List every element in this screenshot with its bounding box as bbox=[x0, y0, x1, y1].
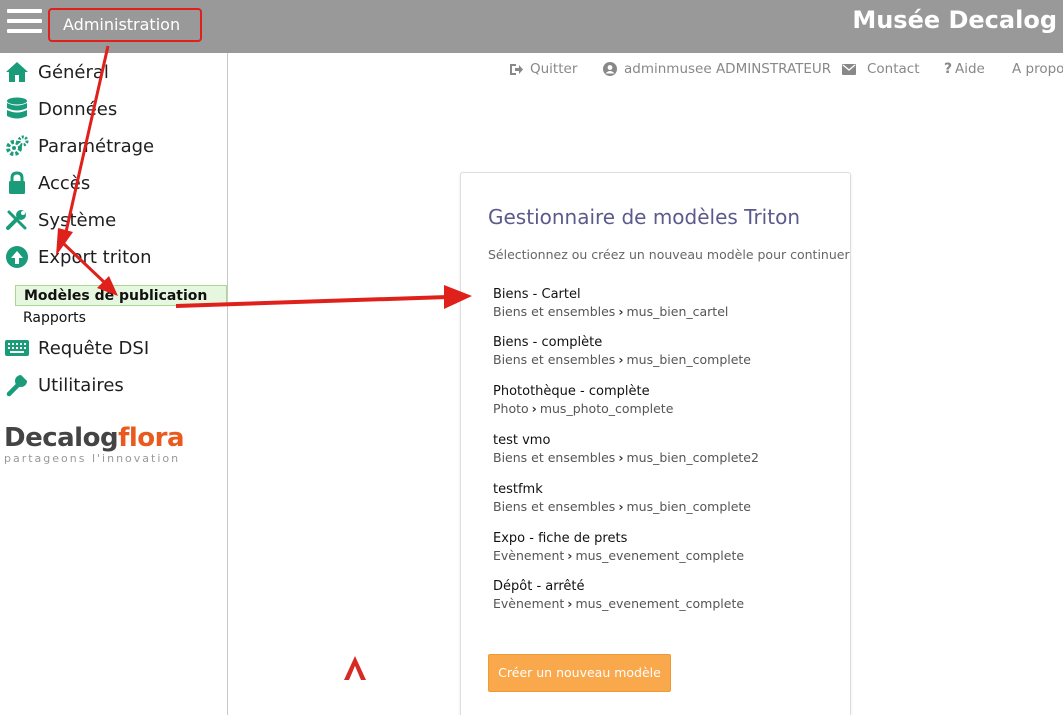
sidebar-item-label: Général bbox=[38, 61, 109, 83]
model-item[interactable]: Dépôt - arrêté Evènement › mus_evenement_c… bbox=[493, 579, 833, 619]
sidebar-item-acces[interactable]: Accès bbox=[0, 168, 227, 198]
model-table: mus_bien_complete bbox=[626, 499, 752, 514]
help-link[interactable]: ? Aide bbox=[943, 61, 985, 77]
about-link[interactable]: A propo bbox=[1012, 61, 1063, 77]
model-item[interactable]: test vmo Biens et ensembles › mus_bien_com… bbox=[493, 433, 833, 473]
chevron-right-icon: › bbox=[618, 304, 624, 319]
quit-link-label: Quitter bbox=[530, 61, 578, 77]
triton-model-manager-card: Gestionnaire de modèles Triton Sélection… bbox=[460, 172, 851, 715]
model-name: Expo - fiche de prets bbox=[493, 531, 628, 546]
model-path: Evènement › mus_evenement_complete bbox=[493, 548, 833, 563]
lock-icon bbox=[4, 170, 30, 196]
envelope-icon bbox=[841, 61, 857, 77]
model-category: Evènement bbox=[493, 596, 565, 611]
decalog-flora-logo: Decalogflora partageons l'innovation bbox=[4, 423, 204, 473]
hamburger-menu-icon[interactable] bbox=[7, 9, 42, 35]
wrench-icon bbox=[4, 372, 30, 398]
user-icon bbox=[602, 61, 618, 77]
keyboard-icon bbox=[4, 335, 30, 361]
contact-link-label: Contact bbox=[867, 61, 920, 77]
model-item[interactable]: Biens - Cartel Biens et ensembles › mus_bi… bbox=[493, 287, 833, 327]
chevron-right-icon: › bbox=[618, 352, 624, 367]
brand-title: Musée Decalog bbox=[852, 6, 1057, 34]
sidebar-item-label: Paramétrage bbox=[38, 135, 155, 157]
database-icon bbox=[4, 96, 30, 122]
model-path: Evènement › mus_evenement_complete bbox=[493, 596, 833, 611]
sidebar-item-label: Utilitaires bbox=[38, 374, 124, 396]
model-category: Photo bbox=[493, 401, 529, 416]
model-category: Biens et ensembles bbox=[493, 304, 616, 319]
chevron-right-icon: › bbox=[618, 450, 624, 465]
question-icon: ? bbox=[943, 61, 953, 77]
cloud-upload-icon bbox=[4, 244, 30, 270]
sidebar-item-requete-dsi[interactable]: Requête DSI bbox=[0, 333, 227, 363]
model-category: Biens et ensembles bbox=[493, 499, 616, 514]
sidebar: Général Données Paramétrage Accès Systèm… bbox=[0, 53, 228, 715]
sidebar-item-label: Accès bbox=[38, 172, 91, 194]
sidebar-item-export-triton[interactable]: Export triton bbox=[0, 242, 227, 272]
create-model-button[interactable]: Créer un nouveau modèle bbox=[488, 654, 671, 692]
model-path: Biens et ensembles › mus_bien_cartel bbox=[493, 304, 833, 319]
home-icon bbox=[4, 59, 30, 85]
sidebar-item-label: Système bbox=[38, 209, 117, 231]
model-item[interactable]: Expo - fiche de prets Evènement › mus_even… bbox=[493, 531, 833, 571]
model-category: Biens et ensembles bbox=[493, 352, 616, 367]
sidebar-item-label: Requête DSI bbox=[38, 337, 150, 359]
sidebar-item-utilitaires[interactable]: Utilitaires bbox=[0, 370, 227, 400]
sidebar-subitem-modeles-publication[interactable]: Modèles de publication bbox=[15, 285, 227, 306]
about-link-label: A propo bbox=[1012, 61, 1063, 77]
model-table: mus_bien_complete2 bbox=[626, 450, 759, 465]
model-name: Photothèque - complète bbox=[493, 384, 650, 399]
model-category: Biens et ensembles bbox=[493, 450, 616, 465]
wrench-screwdriver-icon bbox=[4, 207, 30, 233]
model-name: test vmo bbox=[493, 433, 551, 448]
app-logo-mark-icon bbox=[344, 656, 366, 680]
sign-out-icon bbox=[508, 61, 524, 77]
model-table: mus_photo_complete bbox=[539, 401, 674, 416]
model-name: Dépôt - arrêté bbox=[493, 579, 585, 594]
chevron-right-icon: › bbox=[531, 401, 537, 416]
contact-link[interactable]: Contact bbox=[841, 61, 920, 77]
sidebar-item-label: Données bbox=[38, 98, 118, 120]
logo-brand-decalog: Decalog bbox=[4, 423, 119, 453]
card-title: Gestionnaire de modèles Triton bbox=[488, 205, 800, 229]
sidebar-item-systeme[interactable]: Système bbox=[0, 205, 227, 235]
model-table: mus_evenement_complete bbox=[575, 596, 745, 611]
chevron-right-icon: › bbox=[618, 499, 624, 514]
model-path: Biens et ensembles › mus_bien_complete bbox=[493, 352, 833, 367]
top-bar: Administration Musée Decalog bbox=[0, 0, 1063, 53]
sidebar-item-donnees[interactable]: Données bbox=[0, 94, 227, 124]
model-table: mus_bien_complete bbox=[626, 352, 752, 367]
model-path: Photo › mus_photo_complete bbox=[493, 401, 833, 416]
user-link[interactable]: adminmusee ADMINSTRATEUR bbox=[602, 61, 831, 77]
user-link-label: adminmusee ADMINSTRATEUR bbox=[624, 61, 832, 77]
administration-title[interactable]: Administration bbox=[48, 8, 202, 42]
card-subtitle: Sélectionnez ou créez un nouveau modèle … bbox=[488, 247, 850, 262]
model-item[interactable]: Photothèque - complète Photo › mus_photo_c… bbox=[493, 384, 833, 424]
logo-brand-flora: flora bbox=[118, 423, 185, 453]
sidebar-item-general[interactable]: Général bbox=[0, 57, 227, 87]
sidebar-item-label: Export triton bbox=[38, 246, 152, 268]
chevron-right-icon: › bbox=[567, 596, 573, 611]
model-path: Biens et ensembles › mus_bien_complete2 bbox=[493, 450, 833, 465]
model-name: Biens - complète bbox=[493, 335, 603, 350]
help-link-label: Aide bbox=[955, 61, 985, 77]
quit-link[interactable]: Quitter bbox=[508, 61, 577, 77]
model-name: testfmk bbox=[493, 482, 543, 497]
top-links: Quitter adminmusee ADMINSTRATEUR Contact… bbox=[508, 61, 1063, 81]
model-name: Biens - Cartel bbox=[493, 287, 581, 302]
cogs-icon bbox=[4, 133, 30, 159]
chevron-right-icon: › bbox=[567, 548, 573, 563]
model-item[interactable]: testfmk Biens et ensembles › mus_bien_comp… bbox=[493, 482, 833, 522]
sidebar-subitem-rapports[interactable]: Rapports bbox=[15, 308, 227, 329]
logo-tagline: partageons l'innovation bbox=[4, 452, 181, 465]
model-path: Biens et ensembles › mus_bien_complete bbox=[493, 499, 833, 514]
model-table: mus_evenement_complete bbox=[575, 548, 745, 563]
model-item[interactable]: Biens - complète Biens et ensembles › mus_… bbox=[493, 335, 833, 375]
model-table: mus_bien_cartel bbox=[626, 304, 729, 319]
model-category: Evènement bbox=[493, 548, 565, 563]
sidebar-item-parametrage[interactable]: Paramétrage bbox=[0, 131, 227, 161]
